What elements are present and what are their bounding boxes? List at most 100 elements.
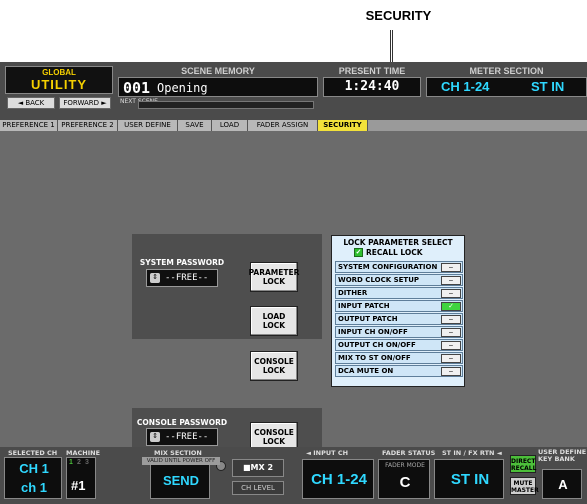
- selected-ch-number: CH 1: [19, 461, 49, 476]
- mix-channel-display[interactable]: ■MX 2: [232, 459, 284, 477]
- lock-param-row[interactable]: OUTPUT PATCH –: [335, 313, 463, 325]
- recall-lock-label: RECALL LOCK: [366, 248, 423, 257]
- lock-param-label: DITHER: [338, 289, 368, 297]
- console-password-field[interactable]: ⇕ --FREE--: [146, 428, 218, 446]
- input-ch-label: ◄ INPUT CH: [306, 449, 349, 457]
- callout-label: SECURITY: [365, 8, 432, 23]
- lock-param-row[interactable]: INPUT CH ON/OFF –: [335, 326, 463, 338]
- direct-recall-button[interactable]: DIRECT RECALL: [510, 455, 536, 473]
- fader-status-section: ◄ INPUT CH FADER STATUS ST IN / FX RTN ◄…: [302, 449, 507, 501]
- lock-param-toggle[interactable]: –: [441, 263, 461, 272]
- global-utility-box[interactable]: GLOBAL UTILITY: [5, 66, 113, 94]
- selected-ch-section: SELECTED CH CH 1 ch 1 MACHINE ID 1 2 3 #…: [4, 449, 100, 501]
- user-define-key-bank-label: USER DEFINE KEY BANK: [538, 448, 587, 463]
- utility-screen: GLOBAL UTILITY ◄ BACK FORWARD ► SCENE ME…: [0, 62, 587, 504]
- machine-num: 2: [77, 459, 81, 466]
- present-time-label: PRESENT TIME: [338, 66, 406, 76]
- console-password-label: CONSOLE PASSWORD: [136, 418, 228, 427]
- meter-display[interactable]: CH 1-24 ST IN: [426, 77, 587, 97]
- fader-status-label: FADER STATUS: [382, 449, 436, 457]
- lock-param-toggle[interactable]: –: [441, 276, 461, 285]
- recall-section: DIRECT RECALL MUTE MASTER USER DEFINE KE…: [510, 449, 587, 501]
- console-password-value: --FREE--: [165, 432, 209, 442]
- load-lock-button[interactable]: LOAD LOCK: [250, 306, 298, 336]
- scene-name: Opening: [157, 81, 208, 95]
- scene-number: 001: [123, 79, 151, 97]
- input-ch-value: CH 1-24: [311, 471, 367, 488]
- system-password-group: SYSTEM PASSWORD ⇕ --FREE-- PARAMETER LOC…: [132, 234, 322, 339]
- scene-memory-section: SCENE MEMORY 001 Opening NEXT SCENE: [118, 66, 318, 110]
- lock-param-row[interactable]: DCA MUTE ON –: [335, 365, 463, 377]
- global-label: GLOBAL: [42, 68, 76, 77]
- lock-param-toggle[interactable]: –: [441, 354, 461, 363]
- tab-load[interactable]: LOAD: [212, 120, 248, 131]
- lock-param-toggle[interactable]: –: [441, 328, 461, 337]
- security-page: SYSTEM PASSWORD ⇕ --FREE-- PARAMETER LOC…: [0, 131, 587, 456]
- lock-param-label: OUTPUT PATCH: [338, 315, 398, 323]
- lock-param-row[interactable]: INPUT PATCH ✓: [335, 300, 463, 312]
- lock-param-label: WORD CLOCK SETUP: [338, 276, 420, 284]
- key-bank-display[interactable]: A: [542, 469, 582, 499]
- valid-until-note: VALID UNTIL POWER OFF: [142, 457, 220, 465]
- tab-preference-2[interactable]: PREFERENCE 2: [58, 120, 118, 131]
- forward-button[interactable]: FORWARD ►: [59, 97, 111, 109]
- selected-ch-label: SELECTED CH: [8, 449, 58, 457]
- tab-save[interactable]: SAVE: [178, 120, 212, 131]
- st-in-value: ST IN: [450, 471, 490, 488]
- lock-param-row[interactable]: WORD CLOCK SETUP –: [335, 274, 463, 286]
- tab-preference-1[interactable]: PREFERENCE 1: [0, 120, 58, 131]
- selected-ch-display[interactable]: CH 1 ch 1: [4, 457, 62, 499]
- back-button[interactable]: ◄ BACK: [7, 97, 55, 109]
- lock-param-row[interactable]: OUTPUT CH ON/OFF –: [335, 339, 463, 351]
- lock-param-label: OUTPUT CH ON/OFF: [338, 341, 416, 349]
- lock-param-row[interactable]: MIX TO ST ON/OFF –: [335, 352, 463, 364]
- lock-param-toggle[interactable]: –: [441, 341, 461, 350]
- lock-param-label: SYSTEM CONFIGURATION: [338, 263, 438, 271]
- parameter-lock-button[interactable]: PARAMETER LOCK: [249, 262, 299, 292]
- lock-param-row[interactable]: DITHER –: [335, 287, 463, 299]
- lock-param-toggle[interactable]: –: [441, 289, 461, 298]
- present-time-section: PRESENT TIME 1:24:40: [323, 66, 421, 110]
- tab-security[interactable]: SECURITY: [318, 120, 368, 131]
- tab-bar: PREFERENCE 1 PREFERENCE 2 USER DEFINE SA…: [0, 120, 587, 131]
- meter-section-label: METER SECTION: [469, 66, 544, 76]
- system-password-field[interactable]: ⇕ --FREE--: [146, 269, 218, 287]
- machine-num: 1: [69, 459, 73, 466]
- mute-master-button[interactable]: MUTE MASTER: [510, 477, 539, 495]
- tab-user-define[interactable]: USER DEFINE: [118, 120, 178, 131]
- meter-section: METER SECTION CH 1-24 ST IN: [426, 66, 587, 110]
- console-lock-button-system[interactable]: CONSOLE LOCK: [250, 351, 298, 381]
- lock-param-toggle[interactable]: –: [441, 367, 461, 376]
- lock-param-label: DCA MUTE ON: [338, 367, 394, 375]
- lock-param-toggle[interactable]: ✓: [441, 302, 461, 311]
- key-bank-value: A: [558, 477, 568, 492]
- meter-st-in: ST IN: [531, 79, 565, 94]
- top-bar: GLOBAL UTILITY ◄ BACK FORWARD ► SCENE ME…: [0, 62, 587, 120]
- scene-memory-label: SCENE MEMORY: [181, 66, 255, 76]
- lock-param-toggle[interactable]: –: [441, 315, 461, 324]
- input-ch-display[interactable]: CH 1-24: [302, 459, 374, 499]
- present-time-display: 1:24:40: [323, 77, 421, 97]
- fader-mode-value: C: [399, 474, 411, 491]
- lock-parameter-title: LOCK PARAMETER SELECT: [343, 238, 453, 247]
- lock-param-row[interactable]: SYSTEM CONFIGURATION –: [335, 261, 463, 273]
- system-password-label: SYSTEM PASSWORD: [139, 258, 225, 267]
- next-scene-bar: [138, 101, 314, 109]
- bottom-status-bar: SELECTED CH CH 1 ch 1 MACHINE ID 1 2 3 #…: [0, 447, 587, 504]
- selected-ch-name: ch 1: [20, 480, 47, 495]
- tab-fader-assign[interactable]: FADER ASSIGN: [248, 120, 318, 131]
- mix-send-display[interactable]: SEND: [150, 459, 210, 499]
- recall-lock-row[interactable]: ✓ RECALL LOCK: [354, 248, 454, 258]
- lock-param-label: MIX TO ST ON/OFF: [338, 354, 411, 362]
- machine-id-value: #1: [71, 478, 86, 493]
- fader-mode-display: FADER MODE C: [378, 459, 430, 499]
- lock-param-label: INPUT PATCH: [338, 302, 390, 310]
- recall-lock-checkbox[interactable]: ✓: [354, 248, 363, 257]
- scene-display[interactable]: 001 Opening: [118, 77, 318, 97]
- machine-id-display: 1 2 3 #1: [66, 457, 96, 499]
- ch-level-button[interactable]: CH LEVEL: [232, 481, 284, 495]
- utility-title: UTILITY: [30, 77, 88, 92]
- password-spin-icon: ⇕: [150, 273, 160, 283]
- password-spin-icon: ⇕: [150, 432, 160, 442]
- st-in-display[interactable]: ST IN: [434, 459, 504, 499]
